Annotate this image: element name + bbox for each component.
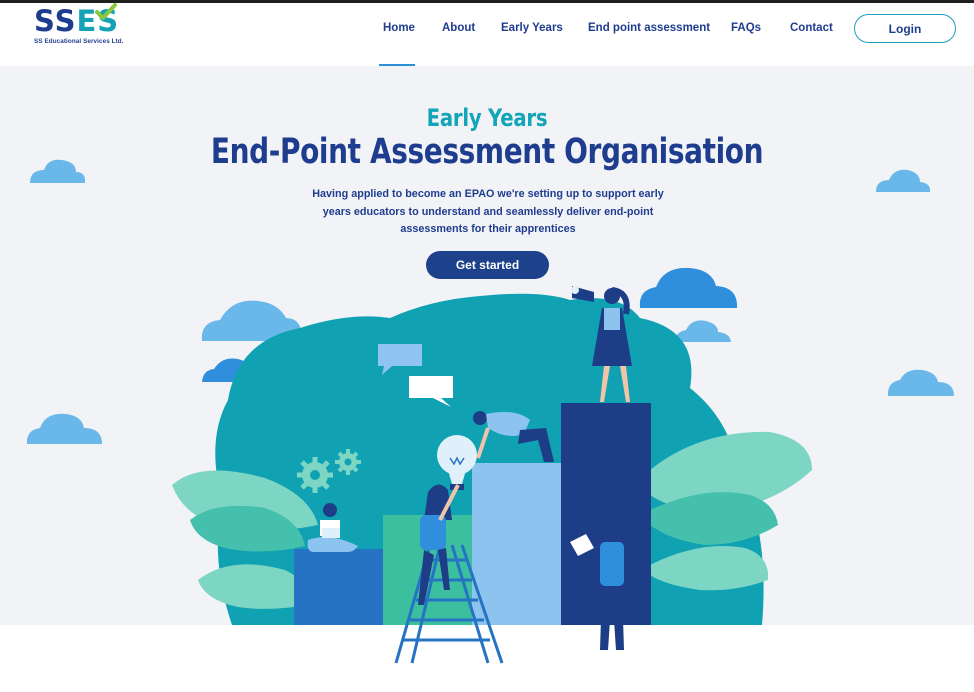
page-below-hero xyxy=(0,625,974,692)
hero-section: Early Years End-Point Assessment Organis… xyxy=(0,66,974,625)
logo-wordmark: SSES xyxy=(34,4,120,38)
login-button[interactable]: Login xyxy=(854,14,956,43)
nav-item-early-years[interactable]: Early Years xyxy=(501,22,563,34)
logo-company-name: SS Educational Services Ltd. xyxy=(34,38,124,45)
nav-item-faqs[interactable]: FAQs xyxy=(731,22,761,34)
hero-intro: Having applied to become an EPAO we're s… xyxy=(312,188,664,235)
nav-item-contact[interactable]: Contact xyxy=(790,22,833,34)
checkmark-icon xyxy=(95,3,117,20)
hero-headline: End-Point Assessment Organisation xyxy=(210,132,764,172)
get-started-button[interactable]: Get started xyxy=(426,251,549,279)
site-logo[interactable]: SSES SS Educational Services Ltd. xyxy=(34,3,134,51)
nav-item-about[interactable]: About xyxy=(442,22,475,34)
nav-item-end-point-assessment[interactable]: End point assessment xyxy=(588,22,710,34)
hero-eyebrow: Early Years xyxy=(426,104,548,132)
site-header: SSES SS Educational Services Ltd. Home A… xyxy=(0,3,974,66)
nav-item-home[interactable]: Home xyxy=(383,22,415,34)
